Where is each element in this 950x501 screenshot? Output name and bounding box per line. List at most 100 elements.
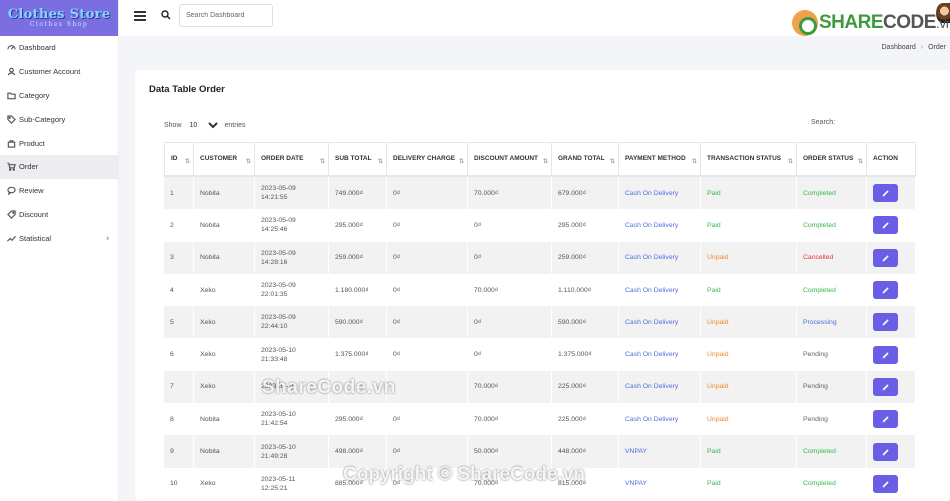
edit-order-button[interactable] xyxy=(873,313,898,332)
order-time: 22:44:10 xyxy=(261,323,288,331)
cell-sub-total: 498.000₫ xyxy=(329,435,387,468)
column-header-delivery-charge[interactable]: DELIVERY CHARGE ⇅ xyxy=(387,142,468,177)
sidebar-item-label: Statistical xyxy=(19,233,52,243)
edit-order-button[interactable] xyxy=(873,442,898,461)
sidebar-item-product[interactable]: Product xyxy=(0,131,118,155)
edit-order-button[interactable] xyxy=(873,410,898,429)
column-header-id[interactable]: ID ⇅ xyxy=(164,142,194,177)
order-date: 2023-05-09 xyxy=(261,249,296,257)
sidebar-item-label: Product xyxy=(19,138,45,148)
cell-discount-amount: 0₫ xyxy=(468,338,552,371)
edit-order-button[interactable] xyxy=(873,216,898,235)
entries-select[interactable]: 10 xyxy=(185,118,221,132)
cell-order-date: 2023-05-11 12:25:21 xyxy=(255,467,329,500)
sidebar-item-label: Customer Account xyxy=(19,67,81,77)
cell-grand-total: 1.375.000₫ xyxy=(552,338,619,371)
edit-order-button[interactable] xyxy=(873,248,898,267)
cell-sub-total: 259.000₫ xyxy=(329,241,387,274)
order-date: 2023-05-09 xyxy=(261,282,296,290)
cell-order-status: Completed xyxy=(797,177,867,210)
cell-grand-total: 225.000₫ xyxy=(552,370,619,404)
column-header-order-status[interactable]: ORDER STATUS ⇅ xyxy=(797,142,867,177)
sidebar-item-label: Order xyxy=(19,162,39,172)
breadcrumb-home[interactable]: Dashboard xyxy=(882,44,916,51)
cell-id: 9 xyxy=(164,435,194,468)
cell-customer: Nobita xyxy=(194,435,255,468)
cell-transaction-status: Paid xyxy=(701,435,797,468)
sidebar-item-order[interactable]: Order xyxy=(0,154,118,179)
cell-grand-total: 590.000₫ xyxy=(552,306,619,339)
cell-transaction-status: Unpaid xyxy=(701,338,797,371)
edit-order-button[interactable] xyxy=(873,474,898,493)
column-header-order-date[interactable]: ORDER DATE ⇅ xyxy=(255,142,329,177)
sidebar-item-category[interactable]: Category xyxy=(0,84,118,108)
sort-icon: ⇅ xyxy=(542,159,548,165)
cell-id: 4 xyxy=(164,273,194,307)
sidebar-item-dashboard[interactable]: Dashboard xyxy=(0,36,118,60)
cell-order-date: 2023-05-09 14:21:55 xyxy=(255,177,329,210)
order-time: 21:33:48 xyxy=(261,355,288,363)
table-row: 6 Xeko 2023-05-10 21:33:48 1.375.000₫ 0₫ 0₫ 1.3… xyxy=(164,338,916,371)
comment-icon xyxy=(6,186,16,196)
search-input[interactable] xyxy=(179,4,273,27)
column-header-grand-total[interactable]: GRAND TOTAL ⇅ xyxy=(552,142,619,177)
order-date: 2023-05-10 xyxy=(261,346,296,354)
brand-logo[interactable]: Clothes Store Clothes Shop xyxy=(0,0,118,36)
column-header-payment-method[interactable]: PAYMENT METHOD ⇅ xyxy=(619,142,701,177)
cell-order-status: Processing xyxy=(797,306,867,339)
column-header-action: ACTION xyxy=(867,142,916,177)
cell-transaction-status: Paid xyxy=(701,467,797,500)
brand-title: Clothes Store xyxy=(7,6,111,22)
sidebar-item-discount[interactable]: Discount xyxy=(0,203,118,227)
watermark-text: ShareCode.vn xyxy=(262,377,396,398)
cell-customer: Nobita xyxy=(194,403,255,436)
sidebar-item-statistical[interactable]: Statistical › xyxy=(0,226,118,250)
edit-order-button[interactable] xyxy=(873,184,898,203)
cell-payment-method: Cash On Delivery xyxy=(619,241,701,274)
table-search-label[interactable]: Search: xyxy=(811,119,835,126)
cell-grand-total: 679.000₫ xyxy=(552,177,619,210)
cell-action xyxy=(867,177,916,210)
pencil-icon xyxy=(882,319,889,326)
order-table-card: Data Table Order Show 10 entries Search:… xyxy=(135,70,950,501)
cell-discount-amount: 70.000₫ xyxy=(468,177,552,210)
cell-sub-total: 749.000₫ xyxy=(329,177,387,210)
edit-order-button[interactable] xyxy=(873,281,898,300)
column-header-customer[interactable]: CUSTOMER ⇅ xyxy=(194,142,255,177)
cell-action xyxy=(867,467,916,500)
cell-id: 6 xyxy=(164,338,194,371)
cell-order-date: 2023-05-09 14:25:46 xyxy=(255,209,329,242)
show-label: Show xyxy=(164,121,182,129)
cell-order-status: Pending xyxy=(797,403,867,436)
cell-discount-amount: 70.000₫ xyxy=(468,370,552,404)
pencil-icon xyxy=(882,481,889,488)
user-icon xyxy=(6,67,16,77)
table-row: 9 Nobita 2023-05-10 21:49:28 498.000₫ 0₫ 50.00… xyxy=(164,435,916,468)
order-date: 2023-05-10 xyxy=(261,443,296,451)
tag-icon xyxy=(6,114,16,124)
column-header-sub-total[interactable]: SUB TOTAL ⇅ xyxy=(329,142,387,177)
cell-discount-amount: 70.000₫ xyxy=(468,403,552,436)
order-date: 2023-05-10 xyxy=(261,411,296,419)
column-header-transaction-status[interactable]: TRANSACTION STATUS ⇅ xyxy=(701,142,797,177)
edit-order-button[interactable] xyxy=(873,377,898,396)
cell-payment-method: Cash On Delivery xyxy=(619,403,701,436)
sort-icon: ⇅ xyxy=(787,159,793,165)
column-header-discount-amount[interactable]: DISCOUNT AMOUNT ⇅ xyxy=(468,142,552,177)
cell-transaction-status: Paid xyxy=(701,209,797,242)
cell-sub-total: 295.000₫ xyxy=(329,403,387,436)
cell-transaction-status: Unpaid xyxy=(701,241,797,274)
cell-transaction-status: Paid xyxy=(701,273,797,307)
cell-order-status: Completed xyxy=(797,273,867,307)
cell-action xyxy=(867,338,916,371)
search-icon[interactable] xyxy=(161,10,171,20)
cell-sub-total: 1.180.000₫ xyxy=(329,273,387,307)
sidebar-item-customer-account[interactable]: Customer Account xyxy=(0,60,118,84)
sidebar-item-review[interactable]: Review xyxy=(0,179,118,203)
order-time: 22:01:35 xyxy=(261,291,288,299)
cell-customer: Xeko xyxy=(194,306,255,339)
edit-order-button[interactable] xyxy=(873,345,898,364)
sidebar-item-sub-category[interactable]: Sub-Category xyxy=(0,107,118,131)
table-row: 2 Nobita 2023-05-09 14:25:46 295.000₫ 0₫ 0₫ 295… xyxy=(164,209,916,242)
menu-toggle-icon[interactable] xyxy=(134,11,146,21)
